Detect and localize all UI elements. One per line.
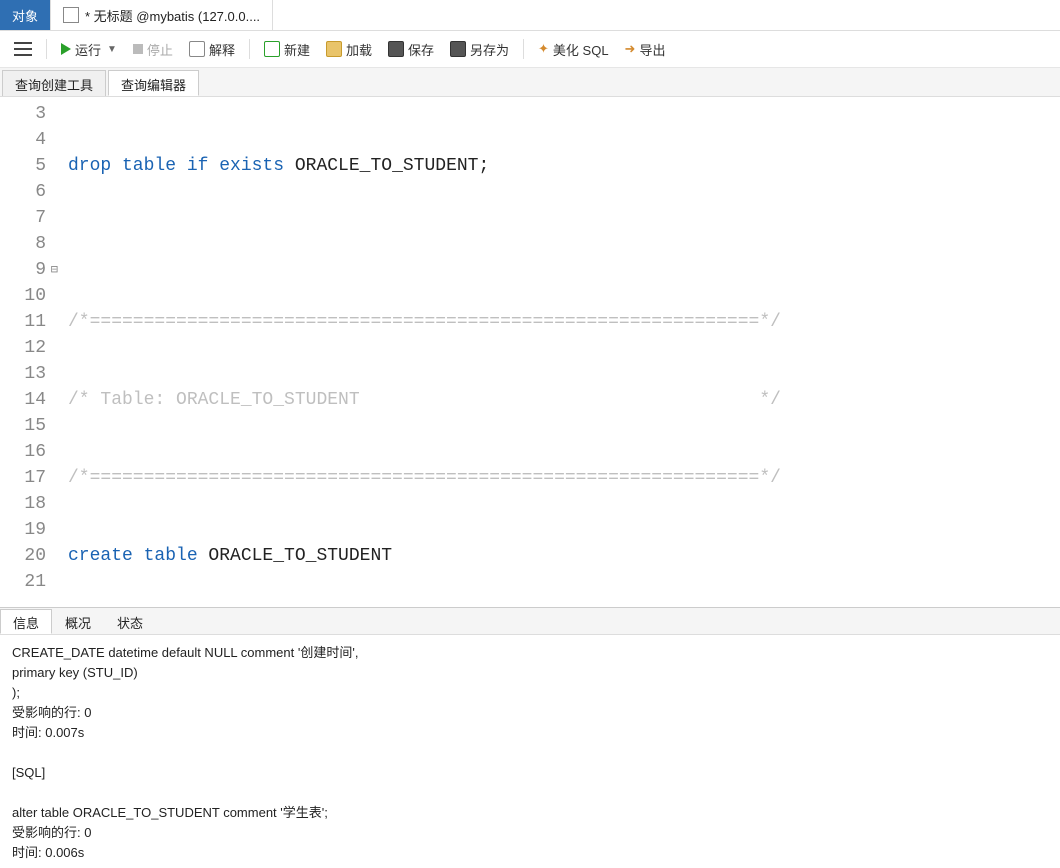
tab-objects[interactable]: 对象: [0, 0, 51, 30]
code-line-7: /*======================================…: [68, 465, 1060, 491]
save-as-button[interactable]: 另存为: [444, 38, 515, 61]
run-button[interactable]: 运行 ▼: [55, 38, 123, 61]
run-label: 运行: [75, 40, 101, 59]
beautify-button[interactable]: ✦ 美化 SQL: [532, 38, 615, 61]
separator: [46, 39, 47, 59]
play-icon: [61, 43, 71, 55]
folder-icon: [326, 41, 342, 57]
tab-query-editor[interactable]: 查询编辑器: [108, 70, 199, 96]
tab-info[interactable]: 信息: [0, 609, 52, 634]
export-label: 导出: [639, 40, 665, 59]
separator: [523, 39, 524, 59]
wand-icon: ✦: [538, 41, 549, 57]
load-label: 加载: [346, 40, 372, 59]
hamburger-icon: [14, 42, 32, 56]
export-icon: ➜: [625, 41, 636, 57]
output-panel: 信息 概况 状态 CREATE_DATE datetime default NU…: [0, 607, 1060, 868]
dropdown-icon: ▼: [107, 44, 117, 55]
code-line-5: /*======================================…: [68, 309, 1060, 335]
new-label: 新建: [284, 40, 310, 59]
tab-profile[interactable]: 概况: [52, 609, 104, 634]
tab-status[interactable]: 状态: [104, 609, 156, 634]
code-line-4: [68, 231, 1060, 257]
new-button[interactable]: 新建: [258, 38, 316, 61]
new-icon: [264, 41, 280, 57]
menu-button[interactable]: [8, 40, 38, 58]
code-line-8: create table ORACLE_TO_STUDENT: [68, 543, 1060, 569]
save-label: 保存: [408, 40, 434, 59]
stop-icon: [133, 44, 143, 54]
explain-icon: [189, 41, 205, 57]
tab-objects-label: 对象: [12, 6, 38, 25]
stop-label: 停止: [147, 40, 173, 59]
save-icon: [388, 41, 404, 57]
save-button[interactable]: 保存: [382, 38, 440, 61]
explain-button[interactable]: 解释: [183, 38, 241, 61]
load-button[interactable]: 加载: [320, 38, 378, 61]
beautify-label: 美化 SQL: [553, 40, 609, 59]
explain-label: 解释: [209, 40, 235, 59]
export-button[interactable]: ➜ 导出: [619, 38, 672, 61]
stop-button[interactable]: 停止: [127, 38, 179, 61]
output-tabs: 信息 概况 状态: [0, 608, 1060, 635]
separator: [249, 39, 250, 59]
code-line-3: drop table if exists ORACLE_TO_STUDENT;: [68, 153, 1060, 179]
tab-document-label: * 无标题 @mybatis (127.0.0....: [85, 6, 260, 25]
top-tabs: 对象 * 无标题 @mybatis (127.0.0....: [0, 0, 1060, 31]
save-as-label: 另存为: [470, 40, 509, 59]
tab-query-builder[interactable]: 查询创建工具: [2, 70, 106, 96]
sql-editor[interactable]: 345678 910111213 1415161718192021 drop t…: [0, 97, 1060, 607]
output-content[interactable]: CREATE_DATE datetime default NULL commen…: [0, 635, 1060, 868]
code-line-6: /* Table: ORACLE_TO_STUDENT */: [68, 387, 1060, 413]
query-tab-icon: [63, 7, 79, 23]
code-area[interactable]: drop table if exists ORACLE_TO_STUDENT; …: [54, 97, 1060, 607]
sub-tabs: 查询创建工具 查询编辑器: [0, 68, 1060, 97]
line-gutter: 345678 910111213 1415161718192021: [0, 97, 54, 607]
toolbar: 运行 ▼ 停止 解释 新建 加载 保存 另存为 ✦ 美化 SQL ➜ 导出: [0, 31, 1060, 68]
save-as-icon: [450, 41, 466, 57]
tab-document[interactable]: * 无标题 @mybatis (127.0.0....: [51, 0, 273, 30]
